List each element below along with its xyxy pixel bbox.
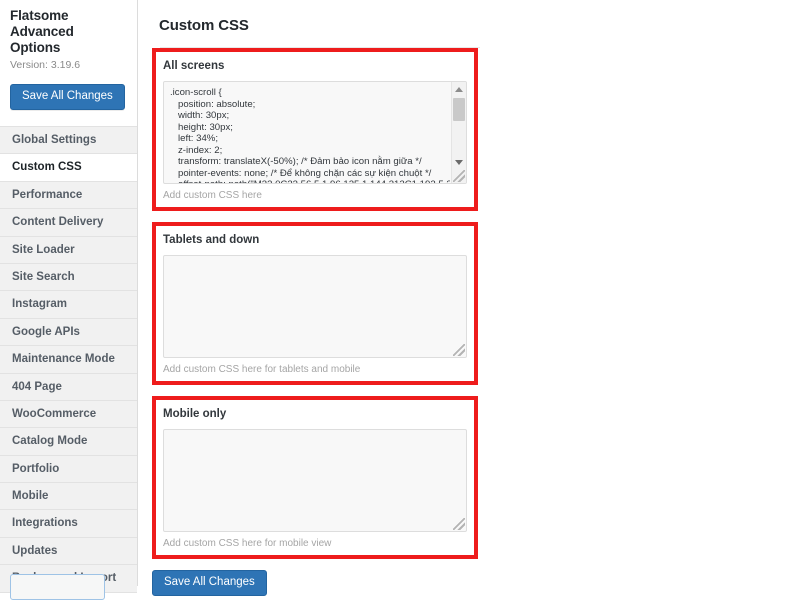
css-textarea-tablets-and-down[interactable] [163, 255, 467, 358]
plugin-title: Flatsome Advanced Options [10, 8, 127, 56]
css-textarea-all-screens-value: .icon-scroll { position: absolute; width… [170, 87, 450, 183]
field-label-all-screens: All screens [163, 60, 225, 72]
css-textarea-mobile-only-value [164, 430, 450, 435]
sidebar-item-label: WooCommerce [12, 407, 97, 420]
field-group-tablets-and-down: Tablets and down Add custom CSS here for… [152, 222, 478, 385]
sidebar-item-label: Global Settings [12, 134, 97, 146]
sidebar-item-woocommerce[interactable]: WooCommerce [0, 400, 137, 429]
plugin-version: Version: 3.19.6 [10, 59, 81, 71]
textarea-scrollbar[interactable] [451, 82, 466, 183]
scroll-down-arrow-icon[interactable] [452, 155, 466, 169]
sidebar-item-label: Google APIs [12, 325, 80, 338]
field-label-tablets-and-down: Tablets and down [163, 234, 260, 246]
sidebar-item-label: Maintenance Mode [12, 353, 115, 366]
resize-handle-icon[interactable] [453, 518, 465, 530]
sidebar-item-instagram[interactable]: Instagram [0, 291, 137, 319]
sidebar-item-label: Site Search [12, 270, 75, 283]
sidebar-item-label: Site Loader [12, 243, 75, 256]
sidebar-item-maintenance-mode[interactable]: Maintenance Mode [0, 346, 137, 374]
sidebar-item-label: Performance [12, 188, 83, 201]
sidebar-item-mobile[interactable]: Mobile [0, 483, 137, 511]
resize-handle-icon[interactable] [453, 170, 465, 182]
scrollbar-thumb[interactable] [453, 98, 465, 121]
sidebar-item-updates[interactable]: Updates [0, 537, 137, 566]
sidebar-menu: Global Settings Custom CSS Performance Cont… [0, 126, 137, 593]
sidebar-item-label: Content Delivery [12, 216, 104, 229]
sidebar-item-integrations[interactable]: Integrations [0, 510, 137, 538]
sidebar-item-label: Mobile [12, 490, 49, 503]
sidebar-item-label: Catalog Mode [12, 435, 88, 448]
sidebar-item-label: Instagram [12, 298, 67, 311]
textarea-wrap-mobile-only [163, 429, 467, 532]
field-help-mobile-only: Add custom CSS here for mobile view [163, 538, 332, 549]
css-textarea-tablets-and-down-value [164, 256, 450, 261]
save-all-changes-button-top[interactable]: Save All Changes [10, 84, 125, 110]
scroll-up-arrow-icon[interactable] [452, 82, 466, 96]
field-label-mobile-only: Mobile only [163, 408, 227, 420]
resize-handle-icon[interactable] [453, 344, 465, 356]
sidebar: Flatsome Advanced Options Version: 3.19.… [0, 0, 138, 600]
sidebar-item-catalog-mode[interactable]: Catalog Mode [0, 428, 137, 456]
css-textarea-mobile-only[interactable] [163, 429, 467, 532]
main-panel: Custom CSS All screens .icon-scroll { po… [138, 0, 800, 596]
sidebar-item-custom-css[interactable]: Custom CSS [0, 154, 137, 182]
field-help-tablets-and-down: Add custom CSS here for tablets and mobi… [163, 364, 361, 375]
css-textarea-all-screens[interactable]: .icon-scroll { position: absolute; width… [163, 81, 467, 184]
sidebar-item-label: Custom CSS [12, 161, 82, 174]
sidebar-item-portfolio[interactable]: Portfolio [0, 455, 137, 484]
sidebar-header: Flatsome Advanced Options Version: 3.19.… [0, 0, 137, 71]
sidebar-item-label: Portfolio [12, 462, 60, 475]
sidebar-item-google-apis[interactable]: Google APIs [0, 318, 137, 347]
sidebar-item-label: 404 Page [12, 380, 62, 393]
sidebar-item-performance[interactable]: Performance [0, 181, 137, 210]
sidebar-item-404-page[interactable]: 404 Page [0, 373, 137, 401]
sidebar-item-content-delivery[interactable]: Content Delivery [0, 209, 137, 237]
sidebar-item-global-settings[interactable]: Global Settings [0, 127, 137, 155]
sidebar-item-site-search[interactable]: Site Search [0, 263, 137, 292]
sidebar-item-label: Integrations [12, 517, 78, 530]
textarea-wrap-tablets-and-down [163, 255, 467, 358]
plugin-title-line1: Flatsome [10, 8, 69, 23]
field-group-mobile-only: Mobile only Add custom CSS here for mobi… [152, 396, 478, 559]
sidebar-item-label: Updates [12, 544, 58, 557]
textarea-wrap-all-screens: .icon-scroll { position: absolute; width… [163, 81, 467, 184]
sidebar-item-site-loader[interactable]: Site Loader [0, 236, 137, 264]
plugin-title-line2: Advanced Options [10, 24, 74, 55]
page-title: Custom CSS [159, 17, 249, 34]
save-all-changes-button-bottom[interactable]: Save All Changes [152, 570, 267, 596]
sidebar-bottom-button[interactable] [10, 574, 105, 600]
field-help-all-screens: Add custom CSS here [163, 190, 262, 201]
field-group-all-screens: All screens .icon-scroll { position: abs… [152, 48, 478, 211]
